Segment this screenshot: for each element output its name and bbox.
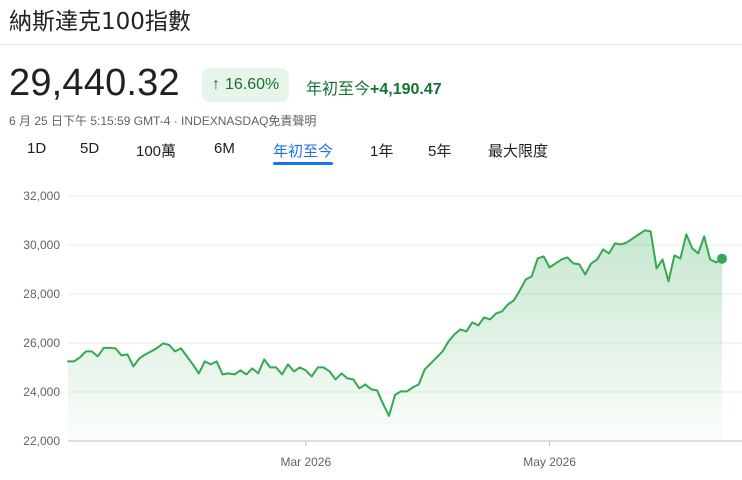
page-title: 納斯達克100指數 [9, 9, 191, 35]
header-divider [0, 44, 742, 45]
y-axis-labels: 22,000 24,000 26,000 28,000 30,000 32,000 [23, 189, 60, 448]
current-price: 29,440.32 [9, 62, 180, 104]
x-tick-label: Mar 2026 [280, 455, 331, 469]
percent-change-badge: ↑ 16.60% [202, 68, 290, 102]
tab-5y[interactable]: 5年 [428, 140, 451, 161]
tab-5d[interactable]: 5D [80, 140, 99, 157]
tab-1m[interactable]: 100萬 [136, 140, 176, 161]
tab-1y[interactable]: 1年 [370, 140, 393, 161]
percent-change-value: 16.60% [225, 76, 280, 93]
active-tab-underline [273, 162, 334, 165]
ytd-change-value: +4,190.47 [370, 81, 442, 98]
price-area-fill [68, 230, 722, 441]
y-tick-label: 28,000 [23, 287, 60, 301]
tab-1d[interactable]: 1D [27, 140, 46, 157]
ytd-change: 年初至今+4,190.47 [306, 75, 442, 99]
tab-6m[interactable]: 6M [214, 140, 235, 157]
arrow-up-icon: ↑ [212, 76, 220, 93]
ytd-change-label: 年初至今 [306, 81, 371, 98]
y-tick-label: 22,000 [23, 434, 60, 448]
price-chart[interactable]: 22,000 24,000 26,000 28,000 30,000 32,000 Mar… [0, 170, 742, 480]
y-tick-label: 30,000 [23, 238, 60, 252]
x-tick-label: May 2026 [523, 455, 576, 469]
y-tick-label: 32,000 [23, 189, 60, 203]
x-axis-ticks: Mar 2026 May 2026 [280, 441, 576, 469]
timestamp-disclaimer: 6 月 25 日下午 5:15:59 GMT-4 · INDEXNASDAQ免責… [9, 114, 317, 128]
tab-max[interactable]: 最大限度 [488, 140, 548, 161]
last-price-dot [717, 253, 727, 264]
tab-ytd[interactable]: 年初至今 [273, 140, 334, 165]
y-tick-label: 26,000 [23, 336, 60, 350]
y-tick-label: 24,000 [23, 385, 60, 399]
